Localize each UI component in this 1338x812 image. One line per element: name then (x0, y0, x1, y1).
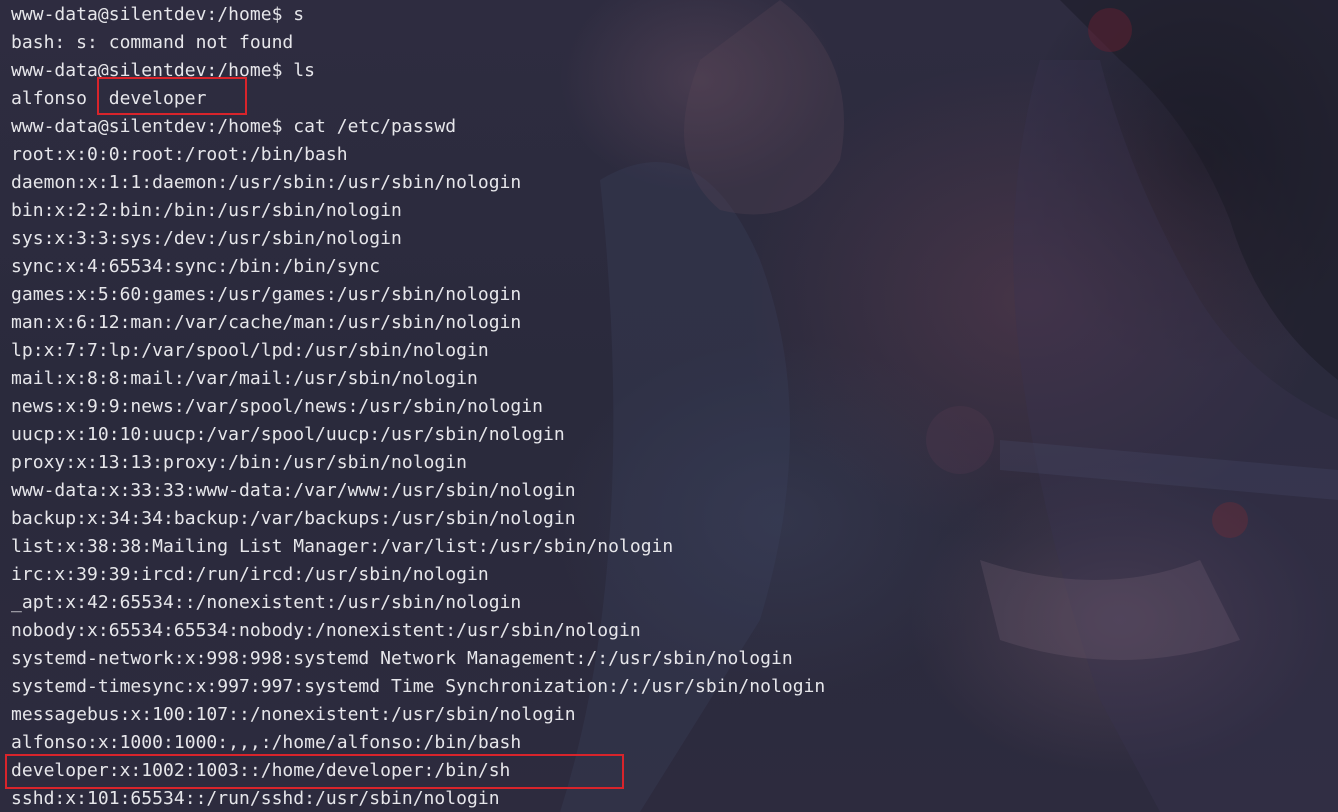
terminal-line: backup:x:34:34:backup:/var/backups:/usr/… (11, 508, 576, 529)
terminal-line: games:x:5:60:games:/usr/games:/usr/sbin/… (11, 284, 522, 305)
terminal-line: _apt:x:42:65534::/nonexistent:/usr/sbin/… (11, 592, 522, 613)
terminal-output[interactable]: www-data@silentdev:/home$ s bash: s: com… (11, 1, 825, 812)
terminal-line: lp:x:7:7:lp:/var/spool/lpd:/usr/sbin/nol… (11, 340, 489, 361)
terminal-line: bash: s: command not found (11, 32, 294, 53)
terminal-line: daemon:x:1:1:daemon:/usr/sbin:/usr/sbin/… (11, 172, 522, 193)
terminal-line: systemd-network:x:998:998:systemd Networ… (11, 648, 793, 669)
terminal-line: man:x:6:12:man:/var/cache/man:/usr/sbin/… (11, 312, 522, 333)
terminal-line: www-data@silentdev:/home$ cat /etc/passw… (11, 116, 457, 137)
terminal-line: bin:x:2:2:bin:/bin:/usr/sbin/nologin (11, 200, 402, 221)
terminal-line: www-data@silentdev:/home$ s (11, 4, 305, 25)
terminal-line: root:x:0:0:root:/root:/bin/bash (11, 144, 348, 165)
terminal-line: nobody:x:65534:65534:nobody:/nonexistent… (11, 620, 641, 641)
terminal-line: sys:x:3:3:sys:/dev:/usr/sbin/nologin (11, 228, 402, 249)
terminal-line: list:x:38:38:Mailing List Manager:/var/l… (11, 536, 674, 557)
terminal-line: alfonso:x:1000:1000:,,,:/home/alfonso:/b… (11, 732, 522, 753)
terminal-window[interactable]: www-data@silentdev:/home$ s bash: s: com… (0, 0, 1338, 812)
terminal-line: uucp:x:10:10:uucp:/var/spool/uucp:/usr/s… (11, 424, 565, 445)
terminal-line: systemd-timesync:x:997:997:systemd Time … (11, 676, 826, 697)
terminal-line: sshd:x:101:65534::/run/sshd:/usr/sbin/no… (11, 788, 500, 809)
terminal-line: mail:x:8:8:mail:/var/mail:/usr/sbin/nolo… (11, 368, 478, 389)
terminal-line: www-data:x:33:33:www-data:/var/www:/usr/… (11, 480, 576, 501)
terminal-line: irc:x:39:39:ircd:/run/ircd:/usr/sbin/nol… (11, 564, 489, 585)
highlight-box-developer-passwd (5, 754, 624, 789)
terminal-line: sync:x:4:65534:sync:/bin:/bin/sync (11, 256, 381, 277)
terminal-line: messagebus:x:100:107::/nonexistent:/usr/… (11, 704, 576, 725)
highlight-box-developer-dir (97, 77, 247, 115)
terminal-line: proxy:x:13:13:proxy:/bin:/usr/sbin/nolog… (11, 452, 467, 473)
terminal-line: news:x:9:9:news:/var/spool/news:/usr/sbi… (11, 396, 543, 417)
